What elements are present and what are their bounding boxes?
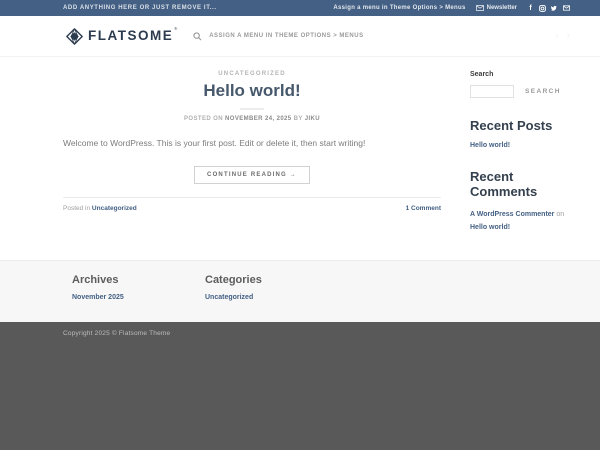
post-category-label[interactable]: UNCATEGORIZED — [63, 71, 441, 77]
archives-title: Archives — [72, 274, 205, 286]
category-footer-link[interactable]: Uncategorized — [205, 294, 338, 301]
categories-widget: Categories Uncategorized — [205, 274, 338, 322]
meta-prefix: POSTED ON — [184, 116, 225, 122]
copyright-text: Copyright 2025 © Flatsome Theme — [63, 330, 600, 337]
comment-on-label: on — [554, 211, 564, 218]
facebook-icon[interactable]: f — [527, 5, 534, 12]
comments-count-link[interactable]: 1 Comment — [406, 205, 441, 212]
topbar-menu-notice[interactable]: Assign a menu in Theme Options > Menus — [333, 5, 465, 11]
archives-widget: Archives November 2025 — [72, 274, 205, 322]
logo-text: FLATSOME — [88, 28, 173, 44]
post-category-footer-link[interactable]: Uncategorized — [92, 205, 137, 212]
topbar-message: ADD ANYTHING HERE OR JUST REMOVE IT... — [63, 5, 217, 11]
post-title-link[interactable]: Hello world! — [63, 81, 441, 101]
search-widget-title: Search — [470, 71, 575, 78]
footer-widgets: Archives November 2025 Categories Uncate… — [0, 260, 600, 322]
search-icon[interactable] — [193, 32, 202, 41]
newsletter-link[interactable]: Newsletter — [476, 5, 517, 11]
top-bar: ADD ANYTHING HERE OR JUST REMOVE IT... A… — [0, 0, 600, 16]
recent-comments-title: Recent Comments — [470, 169, 575, 199]
archive-month-link[interactable]: November 2025 — [72, 294, 205, 301]
sidebar: Search SEARCH Recent Posts Hello world! … — [470, 71, 575, 260]
topbar-right: Assign a menu in Theme Options > Menus N… — [333, 5, 570, 12]
newsletter-label: Newsletter — [487, 5, 517, 11]
post-meta: POSTED ON NOVEMBER 24, 2025 BY JIKU — [63, 116, 441, 122]
continue-reading-button[interactable]: CONTINUE READING → — [194, 166, 310, 184]
search-input[interactable] — [470, 85, 514, 98]
recent-post-link[interactable]: Hello world! — [470, 142, 575, 149]
envelope-icon — [476, 5, 484, 11]
main-content: UNCATEGORIZED Hello world! POSTED ON NOV… — [0, 57, 600, 260]
absolute-footer: Copyright 2025 © Flatsome Theme — [0, 322, 600, 450]
header-menu-notice[interactable]: ASSIGN A MENU IN THEME OPTIONS > MENUS — [209, 33, 363, 39]
posted-in-label: Posted in — [63, 205, 92, 212]
instagram-icon[interactable] — [539, 5, 546, 12]
search-submit-button[interactable]: SEARCH — [525, 88, 561, 95]
search-form: SEARCH — [470, 85, 575, 98]
twitter-icon[interactable] — [551, 5, 558, 12]
post-article: UNCATEGORIZED Hello world! POSTED ON NOV… — [63, 71, 441, 260]
social-icons: f — [527, 5, 570, 12]
flatsome-gem-icon — [66, 28, 83, 45]
header-right-controls: ‹ › — [555, 31, 570, 41]
post-author-link[interactable]: JIKU — [305, 116, 320, 122]
title-divider — [240, 108, 264, 110]
meta-by: BY — [292, 116, 305, 122]
registered-mark: ® — [174, 26, 177, 31]
prev-arrow-icon[interactable]: ‹ — [555, 31, 558, 41]
post-excerpt: Welcome to WordPress. This is your first… — [63, 138, 441, 150]
next-arrow-icon[interactable]: › — [567, 31, 570, 41]
header-nav: ASSIGN A MENU IN THEME OPTIONS > MENUS — [193, 32, 363, 41]
continue-reading-row: CONTINUE READING → — [63, 163, 441, 184]
post-date-link[interactable]: NOVEMBER 24, 2025 — [225, 116, 292, 122]
commented-post-link[interactable]: Hello world! — [470, 224, 510, 231]
recent-posts-title: Recent Posts — [470, 118, 575, 133]
categories-title: Categories — [205, 274, 338, 286]
site-logo[interactable]: FLATSOME ® — [66, 28, 177, 45]
posted-in: Posted in Uncategorized — [63, 205, 137, 212]
recent-comment-entry: A WordPress Commenter on Hello world! — [470, 208, 575, 235]
commenter-link[interactable]: A WordPress Commenter — [470, 211, 554, 218]
email-icon[interactable] — [563, 5, 570, 12]
site-header: FLATSOME ® ASSIGN A MENU IN THEME OPTION… — [0, 16, 600, 57]
post-header: UNCATEGORIZED Hello world! POSTED ON NOV… — [63, 71, 441, 122]
post-footer: Posted in Uncategorized 1 Comment — [63, 197, 441, 212]
